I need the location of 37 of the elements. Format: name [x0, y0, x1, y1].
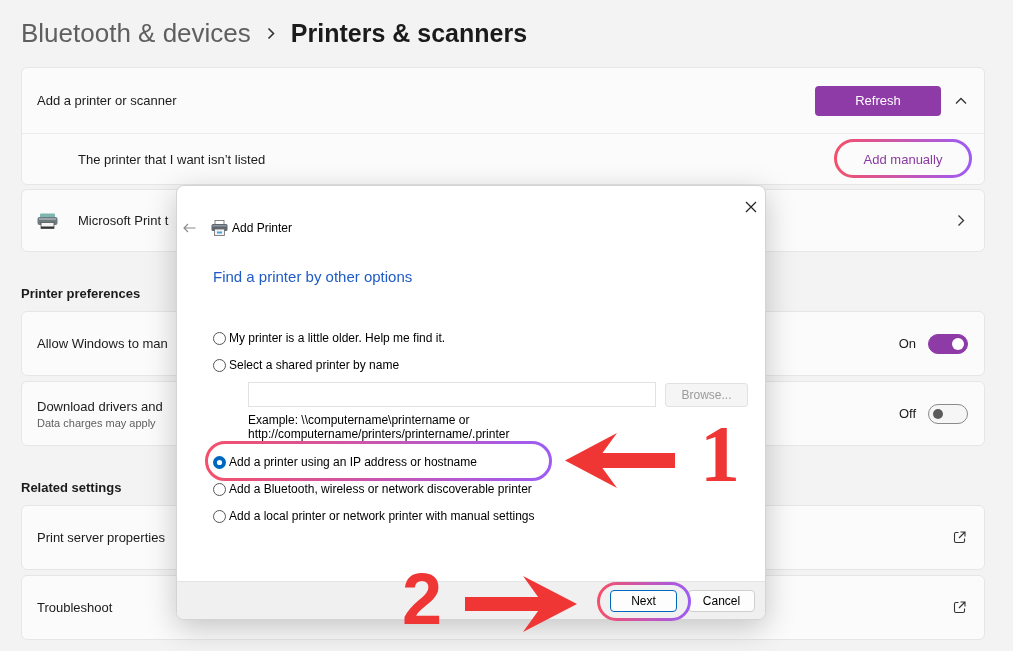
row-title: Add a printer or scanner [37, 93, 177, 108]
setting-description: Data charges may apply [37, 416, 157, 429]
back-arrow-icon[interactable] [183, 223, 196, 233]
dialog-heading: Find a printer by other options [213, 268, 413, 285]
section-heading: Printer preferences [21, 286, 141, 301]
breadcrumb-chevron-icon [266, 26, 275, 40]
dialog-title: Add Printer [232, 221, 293, 235]
printer-icon [37, 212, 58, 229]
external-link-icon[interactable] [953, 531, 966, 544]
radio-option[interactable]: Add a Bluetooth, wireless or network discoverable printer [213, 480, 532, 498]
breadcrumb-item: Printers & scanners [290, 18, 528, 48]
setting-label: Allow Windows to man [37, 336, 168, 351]
dialog-button[interactable]: Next [610, 589, 677, 612]
step-number: 2 [402, 563, 443, 635]
setting-label[interactable]: Print server properties [37, 530, 165, 545]
printer-name: Microsoft Print t [78, 213, 169, 228]
radio-option[interactable]: Select a shared printer by name [213, 356, 400, 374]
step-number: 1 [700, 414, 740, 494]
row-label: The printer that I want isn’t listed [78, 151, 266, 167]
example-text: Example: \\computername\printername or http://computername/printers/printername/.printer [248, 413, 511, 441]
toggle-switch[interactable] [928, 333, 968, 354]
toggle-state-label: On [898, 336, 916, 351]
toggle-switch[interactable] [928, 403, 968, 424]
close-icon[interactable] [745, 201, 757, 213]
radio-option[interactable]: My printer is a little older. Help me find it. [213, 329, 446, 347]
chevron-up-icon[interactable] [955, 96, 967, 105]
setting-label[interactable]: Troubleshoot [37, 600, 113, 615]
chevron-right-icon [957, 214, 965, 227]
toggle-state-label: Off [898, 406, 916, 421]
dialog-button[interactable]: Cancel [688, 589, 755, 612]
setting-label: Download drivers and [37, 398, 163, 414]
breadcrumb-item[interactable]: Bluetooth & devices [21, 17, 251, 49]
section-heading: Related settings [21, 480, 122, 495]
radio-option[interactable]: Add a local printer or network printer with manual settings [213, 507, 535, 525]
printer-icon [211, 220, 228, 236]
refresh-button[interactable]: Refresh [815, 85, 941, 116]
external-link-icon[interactable] [953, 601, 966, 614]
